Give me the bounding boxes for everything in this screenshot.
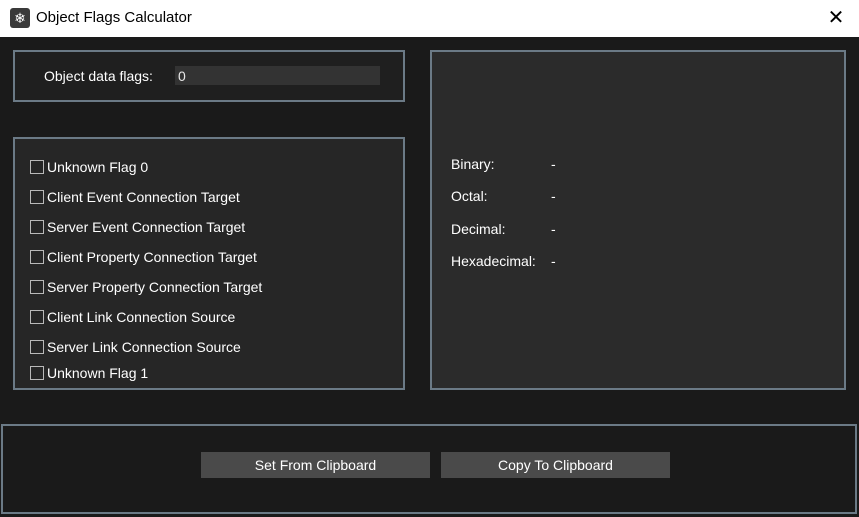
flag-checkbox-client-property-connection-target[interactable]: Client Property Connection Target [30, 248, 257, 266]
checkbox[interactable] [30, 366, 44, 380]
flag-checkbox-unknown-flag-1[interactable]: Unknown Flag 1 [30, 364, 148, 382]
object-data-flags-input[interactable] [175, 66, 380, 85]
checkbox-label: Client Event Connection Target [47, 189, 240, 205]
flags-input-panel: Object data flags: [13, 50, 405, 102]
checkbox[interactable] [30, 280, 44, 294]
binary-label: Binary: [451, 156, 495, 172]
hexadecimal-value: - [551, 253, 556, 269]
flag-checkbox-client-event-connection-target[interactable]: Client Event Connection Target [30, 188, 240, 206]
checkbox[interactable] [30, 160, 44, 174]
hexadecimal-label: Hexadecimal: [451, 253, 536, 269]
object-data-flags-label: Object data flags: [44, 68, 153, 84]
checkbox[interactable] [30, 220, 44, 234]
app-icon: ❄ [10, 8, 30, 28]
checkbox[interactable] [30, 340, 44, 354]
result-panel: Binary: - Octal: - Decimal: - Hexadecima… [430, 50, 846, 390]
flag-checkbox-server-event-connection-target[interactable]: Server Event Connection Target [30, 218, 245, 236]
window-title: Object Flags Calculator [36, 9, 192, 26]
binary-value: - [551, 156, 556, 172]
octal-value: - [551, 188, 556, 204]
checkbox-label: Client Property Connection Target [47, 249, 257, 265]
decimal-label: Decimal: [451, 221, 506, 237]
checkbox-label: Server Event Connection Target [47, 219, 246, 235]
decimal-value: - [551, 221, 556, 237]
window-client-area: Object data flags: Unknown Flag 0 Client… [0, 37, 859, 517]
flag-checkbox-server-link-connection-source[interactable]: Server Link Connection Source [30, 338, 241, 356]
flag-checkbox-server-property-connection-target[interactable]: Server Property Connection Target [30, 278, 262, 296]
button-bar-panel: Set From Clipboard Copy To Clipboard [1, 424, 857, 514]
flag-checkbox-unknown-flag-0[interactable]: Unknown Flag 0 [30, 158, 148, 176]
checkbox-label: Server Link Connection Source [47, 339, 241, 355]
checkbox-label: Unknown Flag 1 [47, 365, 149, 381]
close-button[interactable]: ✕ [813, 0, 859, 37]
flag-checkbox-client-link-connection-source[interactable]: Client Link Connection Source [30, 308, 235, 326]
checkbox-label: Client Link Connection Source [47, 309, 236, 325]
checkbox[interactable] [30, 190, 44, 204]
flags-checkbox-panel: Unknown Flag 0 Client Event Connection T… [13, 137, 405, 390]
checkbox-label: Server Property Connection Target [47, 279, 263, 295]
set-from-clipboard-button[interactable]: Set From Clipboard [201, 452, 430, 478]
copy-to-clipboard-button[interactable]: Copy To Clipboard [441, 452, 670, 478]
checkbox[interactable] [30, 310, 44, 324]
checkbox[interactable] [30, 250, 44, 264]
octal-label: Octal: [451, 188, 488, 204]
checkbox-label: Unknown Flag 0 [47, 159, 149, 175]
title-bar: ❄ Object Flags Calculator ✕ [0, 0, 859, 37]
